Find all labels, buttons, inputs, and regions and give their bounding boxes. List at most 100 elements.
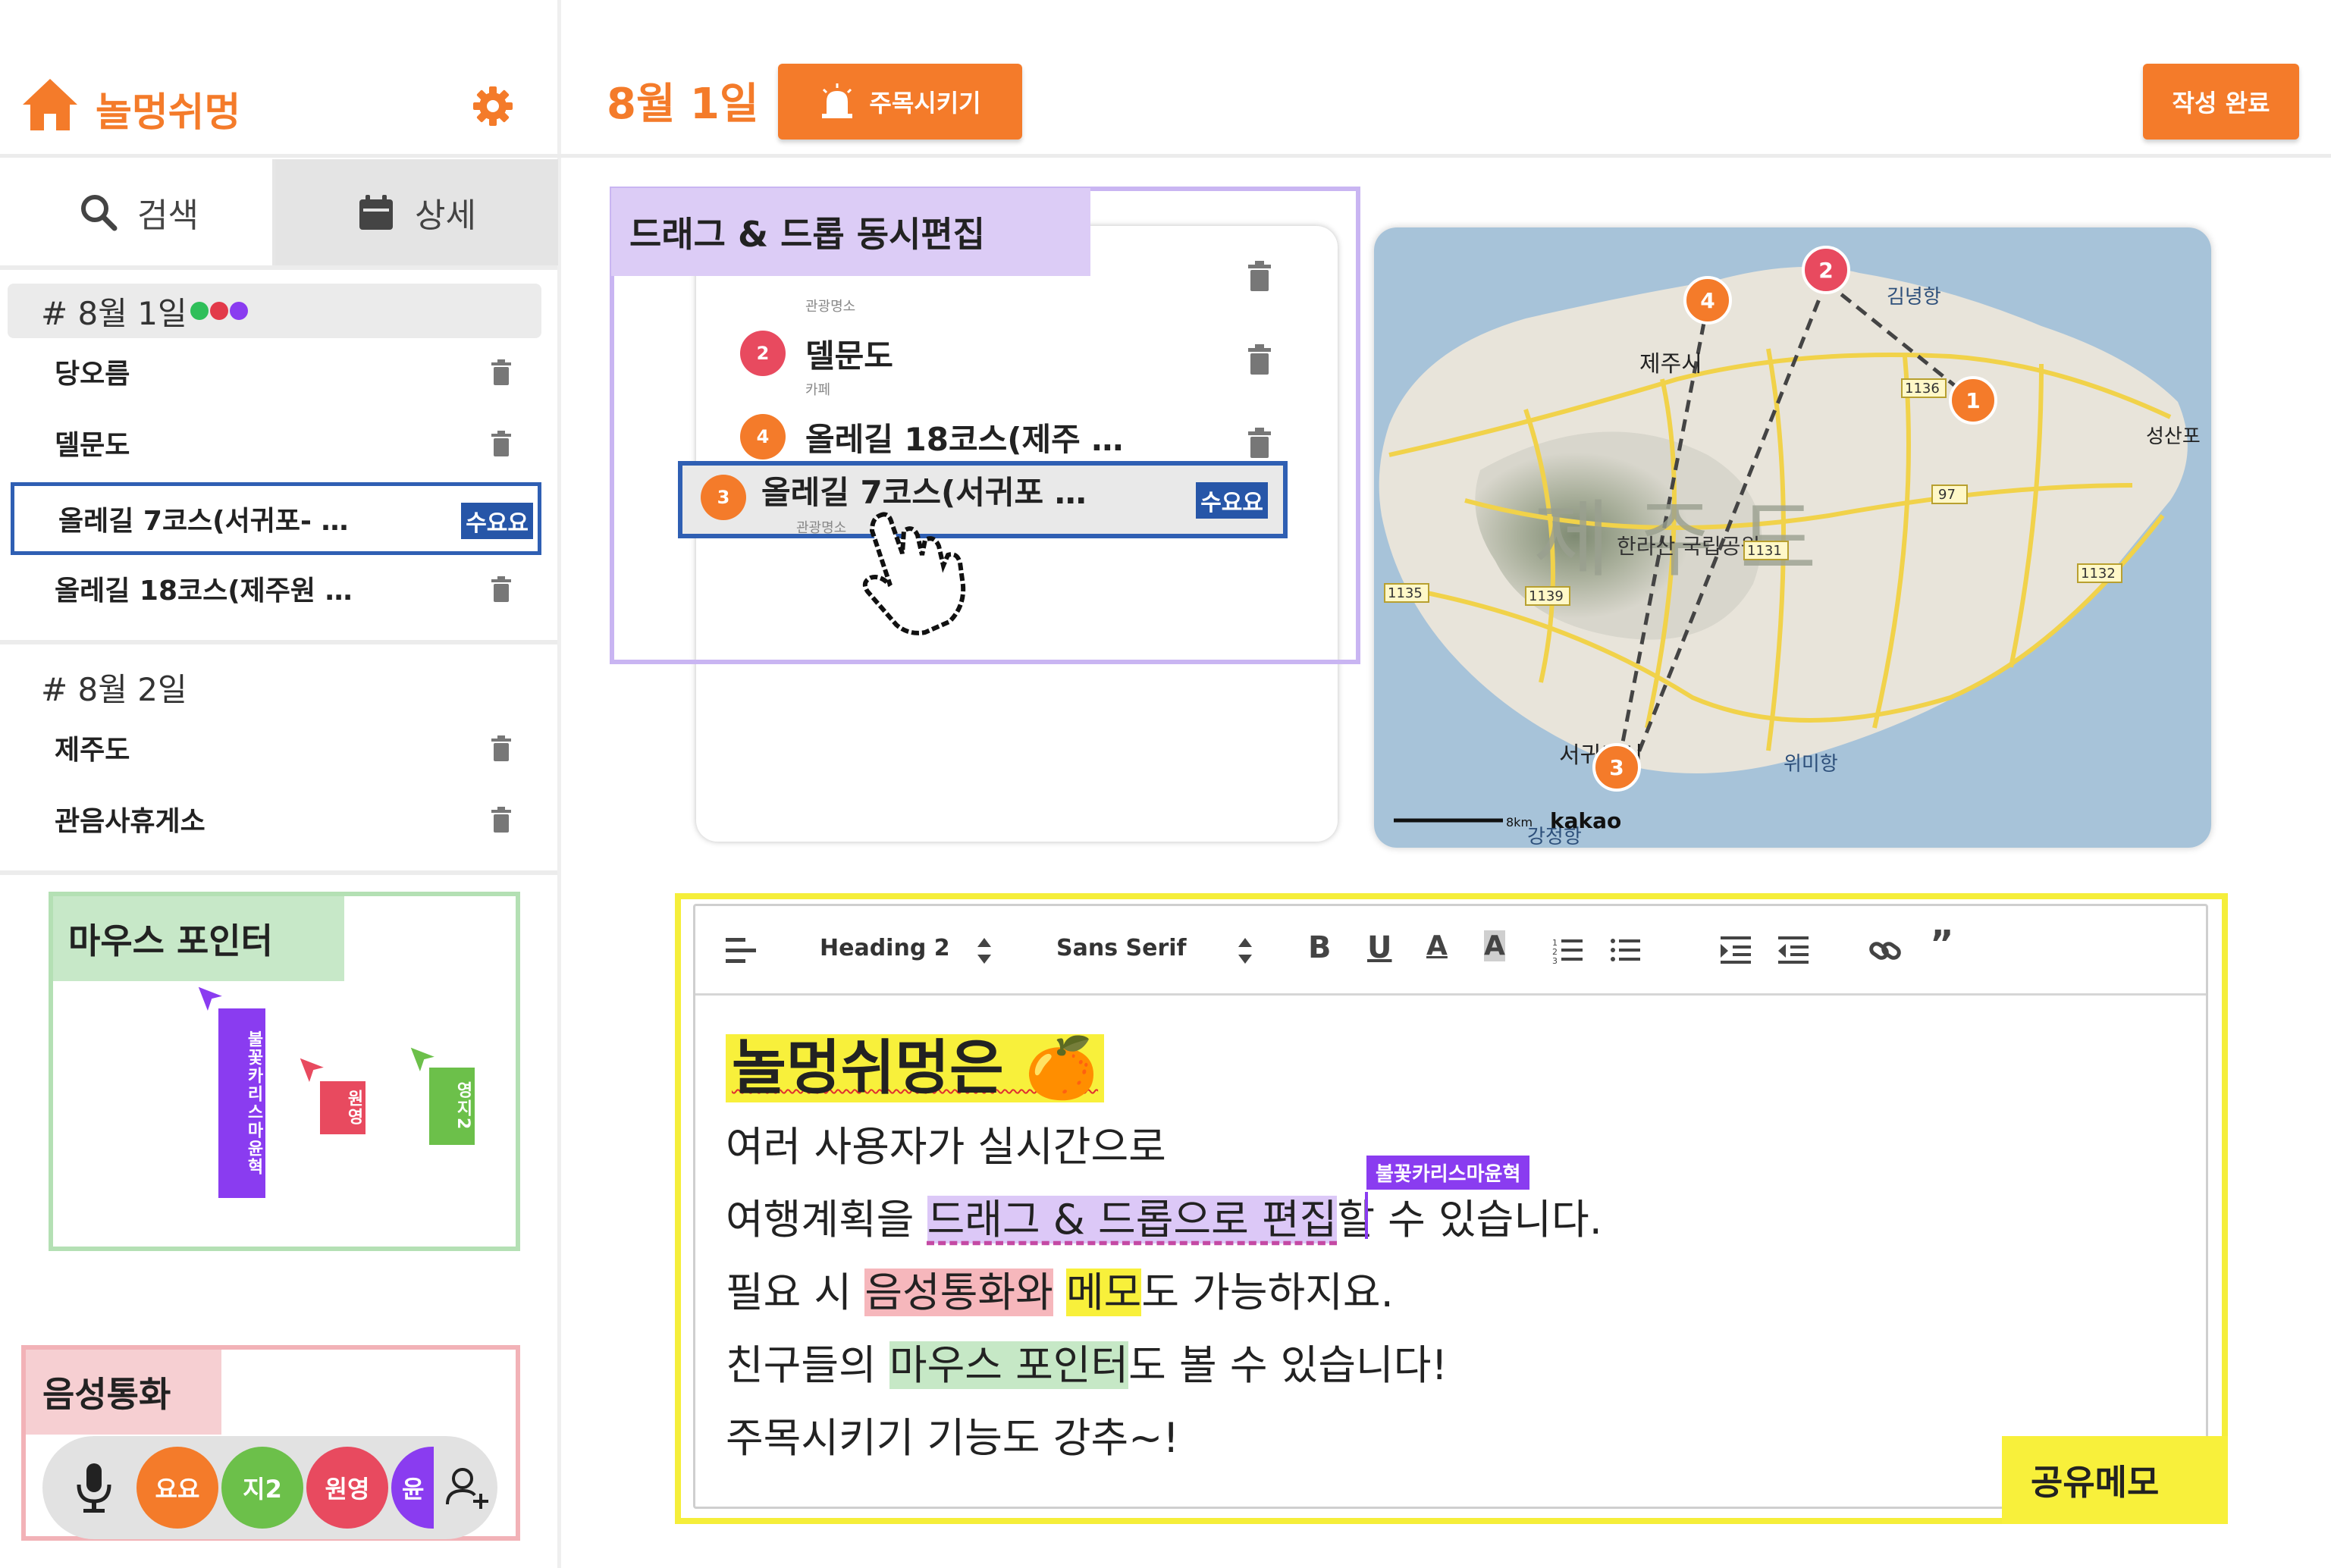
sidebar-tabs: 검색 상세 [6,159,558,265]
ordered-list-icon[interactable]: 123 [1552,936,1583,964]
trash-icon[interactable] [490,431,513,458]
map-pin-number: 3 [1609,755,1624,780]
pointer-name-tag: 불꽃카리스마윤혁 [218,1008,265,1198]
editor-toolbar: Heading 2 Sans Serif B U A A 123 ” [695,906,2206,996]
map-label: 제주시 [1639,351,1702,378]
page-title: 8월 1일 [607,80,759,129]
memo-text: 할 수 있습니다. [1337,1196,1602,1243]
map-label: 성산포 [2146,425,2201,448]
map-label: 위미항 [1784,753,1838,776]
participant-avatar[interactable]: 지2 [221,1447,303,1529]
day-title: # 8월 1일 [41,294,187,332]
memo-line: 주목시키기 기능도 강추~! [726,1414,1180,1462]
user-dot [209,302,228,320]
quote-icon[interactable]: ” [1930,923,1954,965]
place-item[interactable]: 관음사휴게소 [11,786,541,852]
place-item[interactable]: 올레길 18코스(제주원 … [11,555,541,622]
bold-icon[interactable]: B [1308,930,1332,965]
home-icon[interactable] [20,76,80,133]
search-icon [81,195,118,231]
editing-user-tag: 수요요 [1196,482,1268,519]
map[interactable]: 제 주 도 제주시 서귀포시 김녕항 성산포 위미항 강정항 한라산 국립공원 … [1374,227,2211,848]
place-item[interactable]: 당오름 [11,338,541,405]
svg-text:3: 3 [1552,956,1558,964]
place-name: 델문도 [55,430,130,461]
gear-icon[interactable] [472,85,514,127]
memo-line: 여행계획을 드래그 & 드롭으로 편집할 수 있습니다. [726,1184,1602,1256]
jeju-map-graphic: 제 주 도 제주시 서귀포시 김녕항 성산포 위미항 강정항 한라산 국립공원 … [1374,227,2211,848]
editing-user-tag: 수요요 [461,503,533,539]
user-dot [229,302,248,320]
road-number: 97 [1938,487,1956,503]
map-pin-number: 1 [1966,388,1980,413]
heading-select[interactable]: Heading 2 [820,935,950,961]
road-number: 1132 [2081,566,2116,582]
participant-avatar[interactable]: 요요 [136,1447,218,1529]
divider [0,265,557,270]
place-item[interactable]: 델문도 [11,409,541,476]
place-name: 올레길 7코스(서귀포- … [58,506,349,537]
mouse-pointer-label: 마우스 포인터 [53,896,344,981]
memo-content[interactable]: 놀멍쉬멍은 🍊 여러 사용자가 실시간으로 여행계획을 드래그 & 드롭으로 편… [726,1026,1602,1475]
memo-highlight-purple: 드래그 & 드롭으로 편집 [927,1196,1338,1243]
place-name: 당오름 [55,359,130,390]
mic-icon[interactable] [71,1462,117,1515]
trash-icon[interactable] [490,359,513,387]
online-user-dots [190,302,248,320]
outdent-icon[interactable] [1778,936,1809,964]
voice-participant-bar: 요요 지2 원영 윤 [42,1436,497,1539]
collaborator-cursor [1365,1192,1368,1239]
memo-heading: 놀멍쉬멍은 🍊 [726,1034,1105,1102]
road-number: 1139 [1529,588,1564,604]
place-name: 제주도 [55,735,130,766]
drag-drop-label: 드래그 & 드롭 동시편집 [611,188,1090,276]
voice-call-label: 음성통화 [26,1350,221,1435]
memo-text [1053,1269,1066,1316]
indent-icon[interactable] [1721,936,1751,964]
memo-highlight-green: 마우스 포인터 [889,1341,1129,1389]
sidebar: 놀멍쉬멍 검색 상세 # 8월 1일 당오름 델문도 올레길 7코스(서귀포- … [0,0,561,1568]
place-name: 올레길 18코스(제주원 … [55,575,353,607]
memo-highlight-yellow: 메모 [1065,1269,1142,1316]
voice-call-section: 음성통화 요요 지2 원영 윤 [21,1345,520,1541]
tab-detail[interactable]: 상세 [275,159,558,265]
font-select[interactable]: Sans Serif [1056,935,1187,961]
divider [0,640,557,644]
align-icon[interactable] [726,938,756,964]
spotlight-label: 주목시키기 [869,89,981,118]
calendar-icon [359,195,394,230]
memo-text: 도 가능하지요. [1141,1269,1394,1316]
tab-search[interactable]: 검색 [6,159,275,265]
select-arrows-icon [1238,938,1252,964]
map-pin-number: 4 [1700,288,1715,313]
add-user-icon[interactable] [444,1463,493,1512]
background-color-icon[interactable]: A [1484,930,1505,961]
underline-icon[interactable]: U [1367,930,1391,965]
trash-icon[interactable] [490,576,513,604]
place-item[interactable]: 제주도 [11,714,541,781]
select-arrows-icon [977,938,991,964]
place-item-selected[interactable]: 올레길 7코스(서귀포- … 수요요 [11,482,541,555]
main-header: 8월 1일 주목시키기 작성 완료 [561,0,2331,158]
link-icon[interactable] [1869,935,1901,965]
text-color-icon[interactable]: A [1426,930,1448,961]
drag-hand-icon [862,512,966,635]
participant-avatar[interactable]: 윤 [391,1447,434,1529]
day-header[interactable]: # 8월 2일 [8,660,541,714]
done-button[interactable]: 작성 완료 [2143,64,2299,140]
memo-text: 친구들의 [726,1341,889,1389]
spotlight-button[interactable]: 주목시키기 [778,64,1022,140]
order-pin: 3 [701,475,746,520]
memo-text: 도 볼 수 있습니다! [1128,1341,1448,1389]
dd-item-category: 관광명소 [796,520,847,536]
bullet-list-icon[interactable] [1610,936,1640,964]
participant-avatar[interactable]: 원영 [306,1447,388,1529]
map-label: 김녕항 [1887,286,1941,309]
memo-editor[interactable]: Heading 2 Sans Serif B U A A 123 ” 놀멍쉬멍은… [693,904,2208,1509]
trash-icon[interactable] [490,735,513,763]
trash-icon[interactable] [490,807,513,834]
road-number: 1136 [1905,381,1940,397]
pointer-name-tag: 영지2 [429,1068,475,1145]
siren-icon [822,83,853,118]
day-header[interactable]: # 8월 1일 [8,284,541,338]
